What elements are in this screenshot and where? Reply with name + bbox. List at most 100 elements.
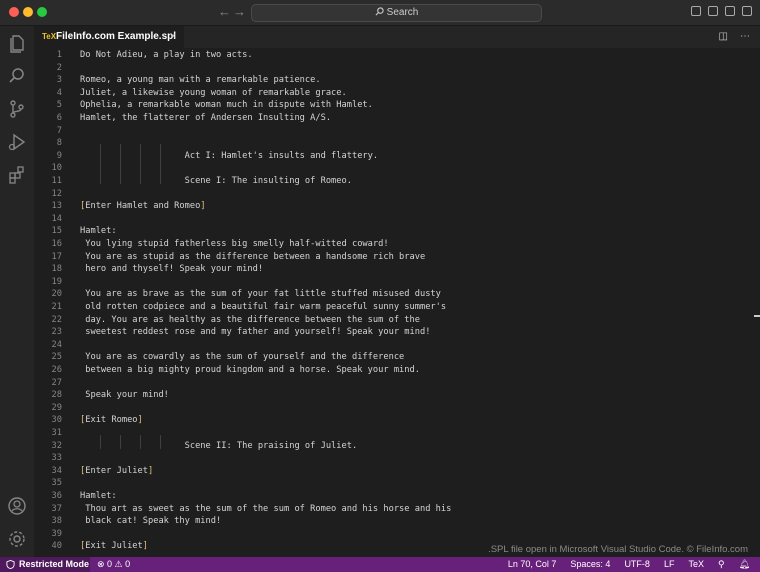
cursor-position[interactable]: Ln 70, Col 7 — [508, 557, 557, 572]
toggle-panel-icon[interactable] — [708, 6, 718, 16]
code-line[interactable]: 20 You are as brave as the sum of your f… — [34, 288, 760, 301]
code-line[interactable]: 28 Speak your mind! — [34, 389, 760, 402]
code-line[interactable]: 2 — [34, 62, 760, 75]
code-line[interactable]: 16 You lying stupid fatherless big smell… — [34, 238, 760, 251]
line-number: 40 — [51, 541, 62, 552]
code-line[interactable]: 14 — [34, 213, 760, 226]
eol-setting[interactable]: LF — [664, 557, 675, 572]
code-line[interactable]: 13 [Enter Hamlet and Romeo] — [34, 200, 760, 213]
line-text: Do Not Adieu, a play in two acts. — [80, 50, 253, 60]
code-line[interactable]: 11 Scene I: The insulting of Romeo. — [34, 175, 760, 188]
tex-file-icon: TeX — [42, 32, 57, 41]
minimize-window-button[interactable] — [23, 7, 33, 17]
back-arrow-icon[interactable]: ← — [218, 4, 231, 19]
code-line[interactable]: 26 between a big mighty proud kingdom an… — [34, 364, 760, 377]
code-line[interactable]: 23 sweetest reddest rose and my father a… — [34, 326, 760, 339]
line-number: 18 — [51, 264, 62, 275]
line-text: Juliet, a likewise young woman of remark… — [80, 87, 347, 98]
line-number: 27 — [51, 377, 62, 388]
forward-arrow-icon[interactable]: → — [233, 4, 246, 19]
code-line[interactable]: 18 hero and thyself! Speak your mind! — [34, 263, 760, 276]
code-line[interactable]: 36 Hamlet: — [34, 490, 760, 503]
line-number: 10 — [51, 163, 62, 174]
code-line[interactable]: 7 — [34, 125, 760, 138]
code-line[interactable]: 38 black cat! Speak thy mind! — [34, 515, 760, 528]
code-line[interactable]: 24 — [34, 339, 760, 352]
line-number: 20 — [51, 289, 62, 300]
code-line[interactable]: 39 — [34, 528, 760, 541]
line-number: 13 — [51, 201, 62, 212]
line-text: Scene II: The praising of Juliet. — [80, 440, 358, 451]
line-text: Hamlet, the flatterer of Andersen Insult… — [80, 113, 332, 123]
line-text: [Exit Romeo] — [80, 414, 143, 427]
restricted-mode-indicator[interactable]: Restricted Mode — [0, 557, 90, 572]
code-line[interactable]: 5 Ophelia, a remarkable woman much in dis… — [34, 99, 760, 112]
code-editor[interactable]: 1 Do Not Adieu, a play in two acts. 2 3 Rome… — [34, 48, 760, 557]
code-line[interactable]: 19 — [34, 276, 760, 289]
tab-close-icon[interactable]: × — [170, 26, 176, 48]
run-and-debug-icon[interactable] — [7, 132, 27, 152]
code-line[interactable]: 27 — [34, 377, 760, 390]
line-number: 3 — [56, 75, 62, 86]
code-line[interactable]: 29 — [34, 402, 760, 415]
line-text: Hamlet: — [80, 226, 117, 237]
code-line[interactable]: 22 day. You are as healthy as the differ… — [34, 314, 760, 327]
line-text: [Exit Juliet] — [80, 540, 148, 553]
settings-gear-icon[interactable] — [7, 529, 27, 549]
split-editor-icon[interactable]: ◫ — [719, 31, 728, 42]
code-line[interactable]: 15 Hamlet: — [34, 225, 760, 238]
editor-tab[interactable]: TeX FileInfo.com Example.spl × — [34, 26, 184, 48]
code-line[interactable]: 32 Scene II: The praising of Juliet. — [34, 440, 760, 453]
code-line[interactable]: 30 [Exit Romeo] — [34, 414, 760, 427]
indentation-setting[interactable]: Spaces: 4 — [570, 557, 610, 572]
code-line[interactable]: 10 — [34, 162, 760, 175]
code-line[interactable]: 25 You are as cowardly as the sum of you… — [34, 351, 760, 364]
line-text: Ophelia, a remarkable woman much in disp… — [80, 100, 373, 111]
code-line[interactable]: 17 You are as stupid as the difference b… — [34, 251, 760, 264]
toggle-primary-sidebar-icon[interactable] — [691, 6, 701, 16]
editor-tab-bar: TeX FileInfo.com Example.spl × ◫ ⋯ — [34, 26, 760, 48]
encoding-setting[interactable]: UTF-8 — [624, 557, 650, 572]
activity-bar — [0, 26, 34, 557]
line-text: [Enter Hamlet and Romeo] — [80, 200, 206, 213]
feedback-icon[interactable]: ⚲ — [718, 557, 725, 572]
language-mode[interactable]: TeX — [688, 557, 704, 572]
code-line[interactable]: 34 [Enter Juliet] — [34, 465, 760, 478]
line-text: Speak your mind! — [80, 390, 169, 401]
code-line[interactable]: 12 — [34, 188, 760, 201]
line-number: 35 — [51, 478, 62, 489]
command-center-search[interactable]: Search — [251, 4, 542, 22]
code-line[interactable]: 33 — [34, 452, 760, 465]
line-number: 12 — [51, 188, 62, 199]
code-line[interactable]: 37 Thou art as sweet as the sum of the s… — [34, 503, 760, 516]
extensions-icon[interactable] — [7, 165, 27, 185]
code-line[interactable]: 4 Juliet, a likewise young woman of remar… — [34, 87, 760, 100]
source-control-icon[interactable] — [7, 99, 27, 119]
restricted-mode-label: Restricted Mode — [19, 559, 90, 569]
code-line[interactable]: 21 old rotten codpiece and a beautiful f… — [34, 301, 760, 314]
problems-indicator[interactable]: ⊗ 0 ⚠ 0 — [97, 557, 130, 572]
accounts-icon[interactable] — [7, 496, 27, 516]
code-line[interactable]: 6 Hamlet, the flatterer of Andersen Insul… — [34, 112, 760, 125]
stage-direction: Exit Juliet — [85, 541, 143, 552]
code-line[interactable]: 1 Do Not Adieu, a play in two acts. — [34, 49, 760, 62]
line-number: 5 — [56, 100, 62, 111]
search-sidebar-icon[interactable] — [7, 66, 27, 86]
toggle-secondary-sidebar-icon[interactable] — [725, 6, 735, 16]
more-actions-icon[interactable]: ⋯ — [740, 31, 750, 42]
line-number: 38 — [51, 516, 62, 527]
close-window-button[interactable] — [9, 7, 19, 17]
notifications-bell-icon[interactable]: 🔔︎ — [739, 557, 750, 572]
code-line[interactable]: 8 — [34, 137, 760, 150]
code-line[interactable]: 9 Act I: Hamlet's insults and flattery. — [34, 150, 760, 163]
code-line[interactable]: 3 Romeo, a young man with a remarkable pa… — [34, 74, 760, 87]
line-number: 34 — [51, 465, 62, 476]
customize-layout-icon[interactable] — [742, 6, 752, 16]
zoom-window-button[interactable] — [37, 7, 47, 17]
bracket-close: ] — [200, 201, 206, 212]
explorer-icon[interactable] — [7, 33, 27, 53]
watermark-caption: .SPL file open in Microsoft Visual Studi… — [488, 544, 748, 555]
code-line[interactable]: 35 — [34, 477, 760, 490]
code-line[interactable]: 31 — [34, 427, 760, 440]
line-text: black cat! Speak thy mind! — [80, 516, 222, 527]
